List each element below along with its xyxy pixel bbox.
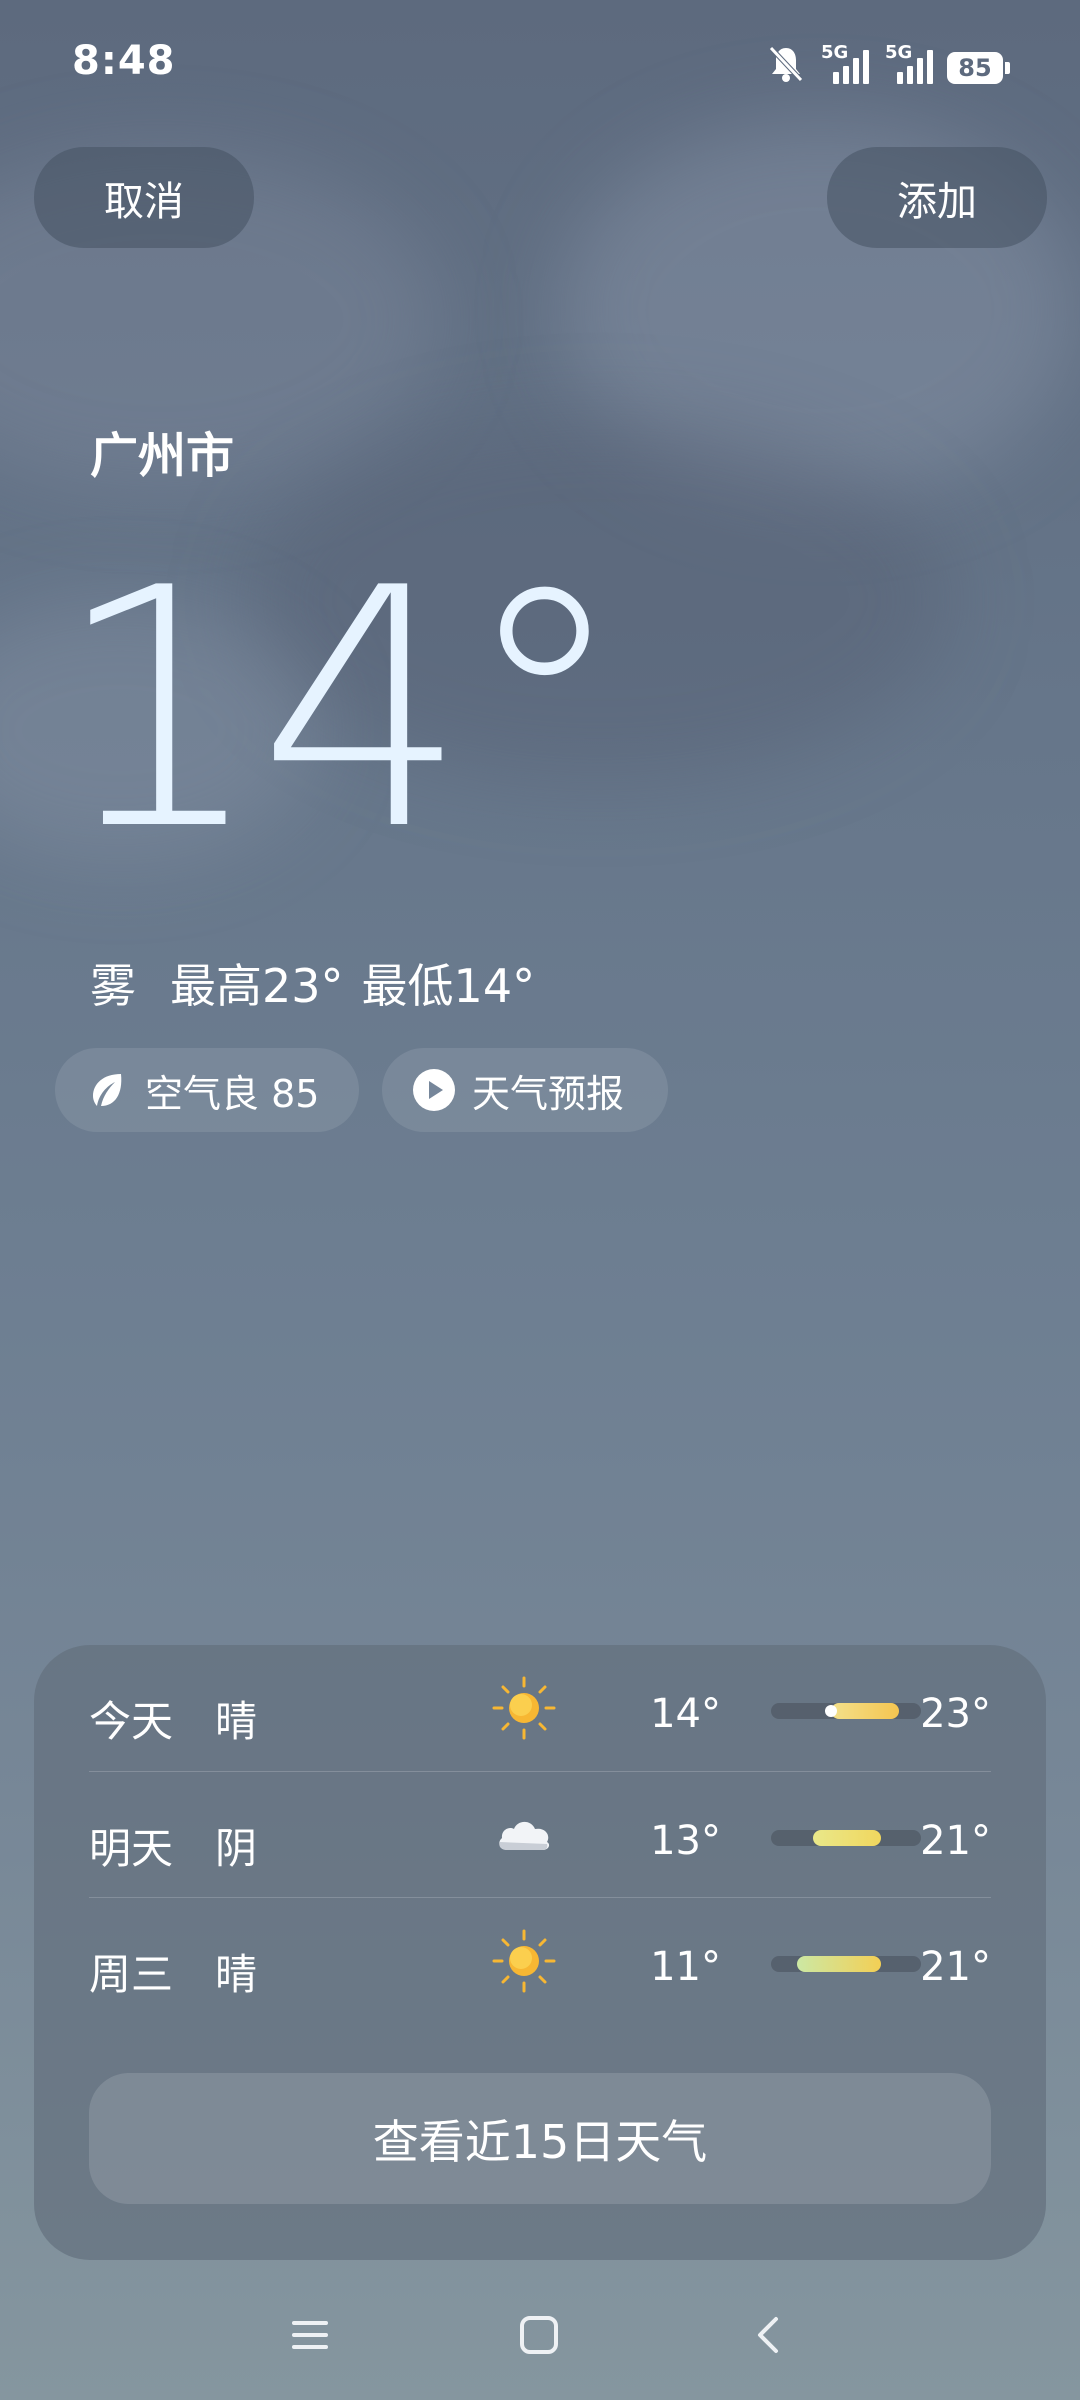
high-low: 最高23° 最低14° xyxy=(170,950,535,1016)
forecast-condition: 阴 xyxy=(215,1824,258,1873)
battery-icon: 85 xyxy=(947,52,1010,84)
forecast-day: 周三 xyxy=(89,1950,174,1999)
forecast-low: 14° xyxy=(650,1691,721,1737)
forecast-low: 11° xyxy=(650,1944,721,1990)
weather-forecast-chip[interactable]: 天气预报 xyxy=(382,1048,668,1132)
low-temp: 最低14° xyxy=(361,959,536,1013)
forecast-row-tomorrow[interactable]: 明天 阴 13° 21° xyxy=(89,1772,991,1898)
forecast-condition: 晴 xyxy=(215,1950,258,1999)
high-temp: 最高23° xyxy=(170,959,344,1013)
battery-level: 85 xyxy=(947,52,1003,84)
forecast-day: 明天 xyxy=(89,1824,174,1873)
battery-tip xyxy=(1005,62,1010,74)
forecast-card: 今天 晴 14° 23° 明天 阴 13° 21° 周三 晴 11° 21° 查… xyxy=(34,1645,1046,2260)
signal-bar xyxy=(863,50,869,84)
signal-bar xyxy=(927,50,933,84)
bell-muted-icon xyxy=(767,44,805,84)
sun-icon xyxy=(491,1675,557,1741)
view-15-day-forecast-button[interactable]: 查看近15日天气 xyxy=(89,2073,991,2204)
temperature-range-fill xyxy=(796,1956,881,1972)
forecast-row-today[interactable]: 今天 晴 14° 23° xyxy=(89,1645,991,1771)
home-icon[interactable] xyxy=(494,2290,584,2380)
forecast-row-wednesday[interactable]: 周三 晴 11° 21° xyxy=(89,1898,991,2024)
navigation-bar xyxy=(0,2290,1080,2380)
forecast-high: 21° xyxy=(920,1818,991,1864)
network-label: 5G xyxy=(885,42,913,63)
temperature-range-bar xyxy=(771,1956,921,1972)
temperature-range-fill xyxy=(831,1703,899,1719)
temperature-range-bar xyxy=(771,1830,921,1846)
signal-bar xyxy=(843,66,849,84)
signal-bar xyxy=(897,72,903,84)
signal-icon: 5G xyxy=(819,42,869,84)
temperature-range-fill xyxy=(813,1830,881,1846)
air-quality-chip[interactable]: 空气良 85 xyxy=(55,1048,359,1132)
today-summary: 雾 最高23° 最低14° xyxy=(90,950,535,1016)
signal-bar xyxy=(833,72,839,84)
forecast-day: 今天 xyxy=(89,1697,174,1746)
cancel-button[interactable]: 取消 xyxy=(34,147,254,248)
forecast-low: 13° xyxy=(650,1818,721,1864)
cloud-icon xyxy=(491,1802,557,1868)
signal-bar xyxy=(917,58,923,84)
status-icons: 5G 5G 85 xyxy=(767,36,1010,84)
forecast-high: 21° xyxy=(920,1944,991,1990)
forecast-condition: 晴 xyxy=(215,1697,258,1746)
weather-forecast-label: 天气预报 xyxy=(472,1071,625,1116)
temperature-range-bar xyxy=(771,1703,921,1719)
leaf-icon xyxy=(85,1068,129,1112)
current-condition: 雾 xyxy=(90,959,136,1013)
forecast-high: 23° xyxy=(920,1691,991,1737)
status-time: 8:48 xyxy=(72,38,176,84)
signal-bar xyxy=(907,66,913,84)
current-temperature: 14° xyxy=(54,518,627,902)
signal-icon: 5G xyxy=(883,42,933,84)
weather-screen: 8:48 5G 5G 85 取消 添加 广州市 14° 雾 最高23° 最低14… xyxy=(0,0,1080,2400)
air-quality-label: 空气良 85 xyxy=(145,1071,320,1116)
status-bar: 8:48 5G 5G 85 xyxy=(0,0,1080,120)
menu-icon[interactable] xyxy=(265,2290,355,2380)
network-label: 5G xyxy=(821,42,849,63)
play-icon xyxy=(412,1068,456,1112)
signal-bar xyxy=(853,58,859,84)
city-name: 广州市 xyxy=(90,428,235,484)
sun-icon xyxy=(491,1928,557,1994)
current-temp-marker xyxy=(825,1705,837,1717)
back-icon[interactable] xyxy=(723,2290,813,2380)
add-button[interactable]: 添加 xyxy=(827,147,1047,248)
